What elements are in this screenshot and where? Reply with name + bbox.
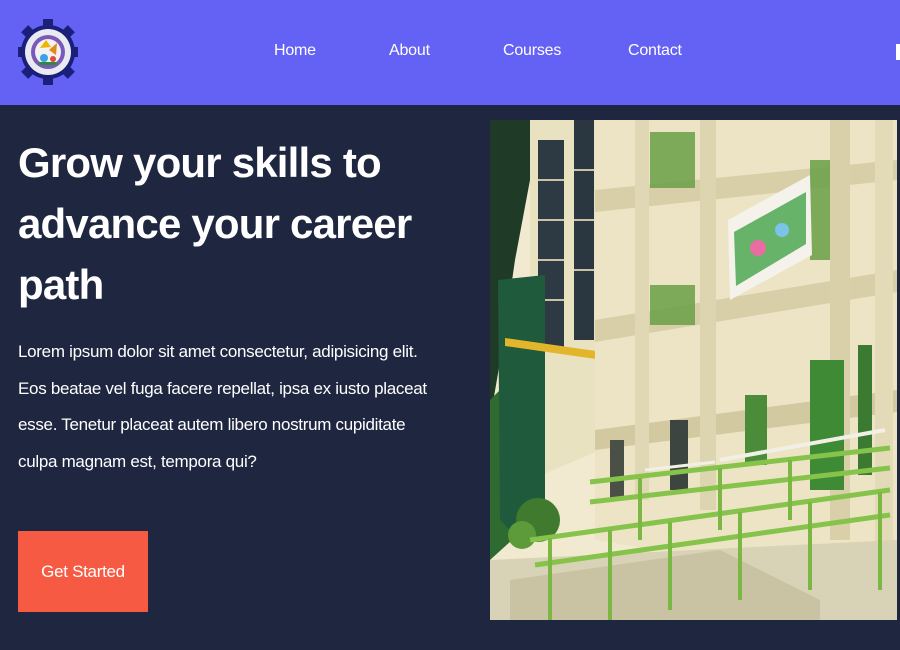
get-started-button[interactable]: Get Started: [18, 531, 148, 612]
school-building-image: [490, 120, 897, 620]
menu-toggle-edge[interactable]: [896, 44, 900, 60]
navbar: Home About Courses Contact: [0, 0, 900, 105]
nav-link-about[interactable]: About: [389, 42, 430, 60]
hero-title: Grow your skills to advance your career …: [18, 139, 412, 308]
school-building-photo: [490, 120, 897, 620]
hero-description: Lorem ipsum dolor sit amet consectetur, …: [18, 342, 427, 471]
nav-link-courses[interactable]: Courses: [503, 42, 561, 60]
nav-link-contact[interactable]: Contact: [628, 42, 682, 60]
nav-link-home[interactable]: Home: [274, 42, 316, 60]
main-nav: Home About Courses Contact: [0, 0, 900, 105]
